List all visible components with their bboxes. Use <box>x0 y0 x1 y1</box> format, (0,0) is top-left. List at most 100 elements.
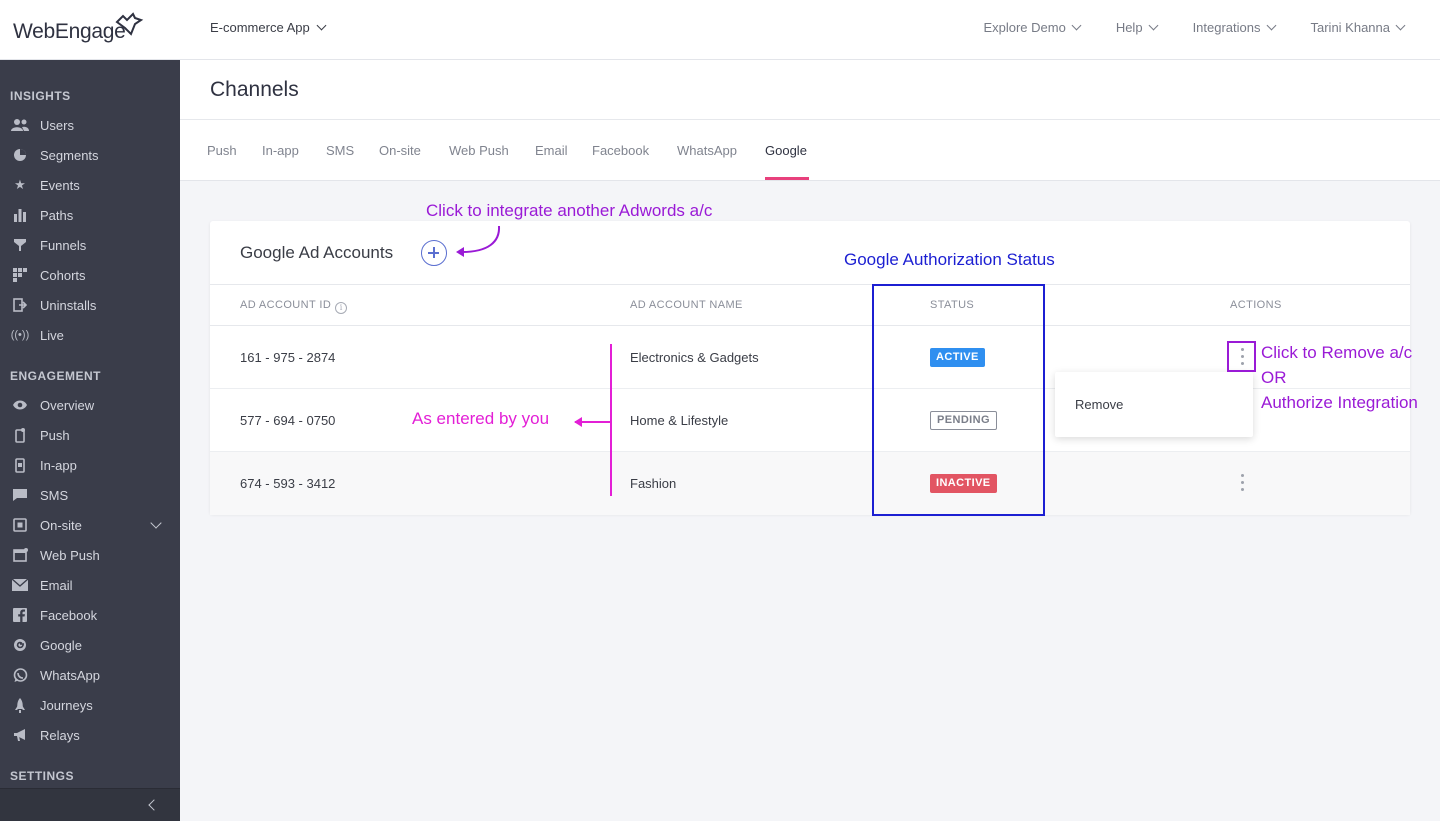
chevron-down-icon <box>1148 20 1159 31</box>
tab-sms[interactable]: SMS <box>326 143 354 158</box>
sidebar-item-on-site[interactable]: On-site <box>0 510 180 540</box>
users-icon <box>10 117 30 133</box>
remove-option[interactable]: Remove <box>1075 397 1123 412</box>
column-header-actions: ACTIONS <box>1230 299 1282 311</box>
sidebar-item-label: Cohorts <box>40 267 86 283</box>
sidebar-item-relays[interactable]: Relays <box>0 720 180 750</box>
chevron-down-icon <box>1071 20 1082 31</box>
chevron-down-icon[interactable] <box>150 517 162 529</box>
tab-facebook[interactable]: Facebook <box>592 143 649 158</box>
menu-label: Tarini Khanna <box>1310 20 1391 35</box>
menu-explore-demo[interactable]: Explore Demo <box>983 20 1082 35</box>
tab-push[interactable]: Push <box>207 143 237 158</box>
annotation-integrate: Click to integrate another Adwords a/c <box>426 201 713 220</box>
broadcast-icon: ((•)) <box>10 329 30 341</box>
sidebar-item-live[interactable]: ((•)) Live <box>0 320 180 350</box>
exit-icon <box>10 297 30 313</box>
sidebar-item-paths[interactable]: Paths <box>0 200 180 230</box>
phone-icon <box>10 427 30 443</box>
sidebar-item-web-push[interactable]: Web Push <box>0 540 180 570</box>
tab-web-push[interactable]: Web Push <box>449 143 509 158</box>
sidebar-item-uninstalls[interactable]: Uninstalls <box>0 290 180 320</box>
sidebar-item-email[interactable]: Email <box>0 570 180 600</box>
menu-user-profile[interactable]: Tarini Khanna <box>1310 20 1406 35</box>
sidebar-item-push[interactable]: Push <box>0 420 180 450</box>
account-name: Fashion <box>630 476 677 491</box>
table-header: AD ACCOUNT ID i AD ACCOUNT NAME STATUS AC… <box>210 284 1410 326</box>
sidebar-item-label: Funnels <box>40 237 87 253</box>
card-title: Google Ad Accounts <box>240 243 394 262</box>
menu-help[interactable]: Help <box>1116 20 1159 35</box>
section-title-engagement: ENGAGEMENT <box>10 369 102 383</box>
annotation-remove-line2: OR <box>1261 368 1287 387</box>
webengage-logo[interactable]: WebEngage <box>13 10 144 44</box>
tab-google[interactable]: Google <box>765 143 807 158</box>
column-header-label: AD ACCOUNT ID <box>240 299 332 311</box>
sidebar-item-events[interactable]: ★ Events <box>0 170 180 200</box>
sidebar-item-overview[interactable]: Overview <box>0 390 180 420</box>
sidebar-item-in-app[interactable]: In-app <box>0 450 180 480</box>
column-header-id: AD ACCOUNT ID i <box>240 299 348 314</box>
megaphone-icon <box>10 727 30 743</box>
section-title-settings: SETTINGS <box>10 769 75 783</box>
sidebar-item-label: Email <box>40 577 73 593</box>
annotation-arrow-icon <box>456 225 501 257</box>
page-title: Channels <box>210 78 299 101</box>
sidebar-item-label: Google <box>40 637 82 653</box>
sidebar-item-users[interactable]: Users <box>0 110 180 140</box>
sidebar-item-label: On-site <box>40 517 82 533</box>
tab-in-app[interactable]: In-app <box>262 143 299 158</box>
annotation-entered: As entered by you <box>412 409 550 428</box>
add-account-button[interactable] <box>421 240 447 266</box>
sidebar-item-label: Segments <box>40 147 99 163</box>
annotation-remove-line1: Click to Remove a/c <box>1261 343 1413 362</box>
bird-icon <box>115 12 144 36</box>
sidebar-item-sms[interactable]: SMS <box>0 480 180 510</box>
sidebar-item-label: Relays <box>40 727 80 743</box>
row-actions-menu-icon[interactable] <box>1241 474 1244 492</box>
bar-icon <box>10 207 30 223</box>
pie-icon <box>10 147 30 163</box>
column-header-name: AD ACCOUNT NAME <box>630 299 743 311</box>
sidebar-item-google[interactable]: Google <box>0 630 180 660</box>
sidebar-item-label: Journeys <box>40 697 93 713</box>
account-id: 161 - 975 - 2874 <box>240 350 336 365</box>
sidebar-item-label: Users <box>40 117 74 133</box>
whatsapp-icon <box>10 667 30 683</box>
sidebar-item-label: Web Push <box>40 547 100 563</box>
account-name: Home & Lifestyle <box>630 413 729 428</box>
tab-whatsapp[interactable]: WhatsApp <box>677 143 737 158</box>
sidebar-collapse-bar <box>0 788 180 821</box>
sidebar-item-whatsapp[interactable]: WhatsApp <box>0 660 180 690</box>
sidebar: INSIGHTS Users Segments ★ Events Paths F… <box>0 60 180 821</box>
app-switcher[interactable]: E-commerce App <box>210 20 327 35</box>
tab-on-site[interactable]: On-site <box>379 143 421 158</box>
annotation-bracket-line <box>610 344 612 496</box>
sidebar-item-label: Overview <box>40 397 95 413</box>
sidebar-item-journeys[interactable]: Journeys <box>0 690 180 720</box>
chevron-down-icon <box>316 20 327 31</box>
sidebar-item-label: Push <box>40 427 70 443</box>
menu-label: Explore Demo <box>983 20 1066 35</box>
section-title-insights: INSIGHTS <box>10 89 71 103</box>
chevron-down-icon <box>1395 20 1406 31</box>
info-icon[interactable]: i <box>335 302 348 314</box>
phone-icon <box>10 457 30 473</box>
row-actions-dropdown: Remove <box>1055 372 1253 437</box>
sidebar-item-facebook[interactable]: Facebook <box>0 600 180 630</box>
facebook-icon <box>10 607 30 623</box>
funnel-icon <box>10 237 30 253</box>
menu-integrations[interactable]: Integrations <box>1193 20 1276 35</box>
active-tab-indicator <box>765 177 809 180</box>
grid-icon <box>10 267 30 283</box>
sidebar-item-segments[interactable]: Segments <box>0 140 180 170</box>
table-row: 674 - 593 - 3412 Fashion INACTIVE <box>210 452 1410 515</box>
sidebar-item-cohorts[interactable]: Cohorts <box>0 260 180 290</box>
sidebar-item-label: Events <box>40 177 80 193</box>
sidebar-item-funnels[interactable]: Funnels <box>0 230 180 260</box>
channel-tabs: Push In-app SMS On-site Web Push Email F… <box>180 120 1440 181</box>
sidebar-item-label: In-app <box>40 457 77 473</box>
tab-email[interactable]: Email <box>535 143 568 158</box>
collapse-sidebar-icon[interactable] <box>148 799 160 811</box>
actions-highlight-box <box>1227 341 1256 372</box>
